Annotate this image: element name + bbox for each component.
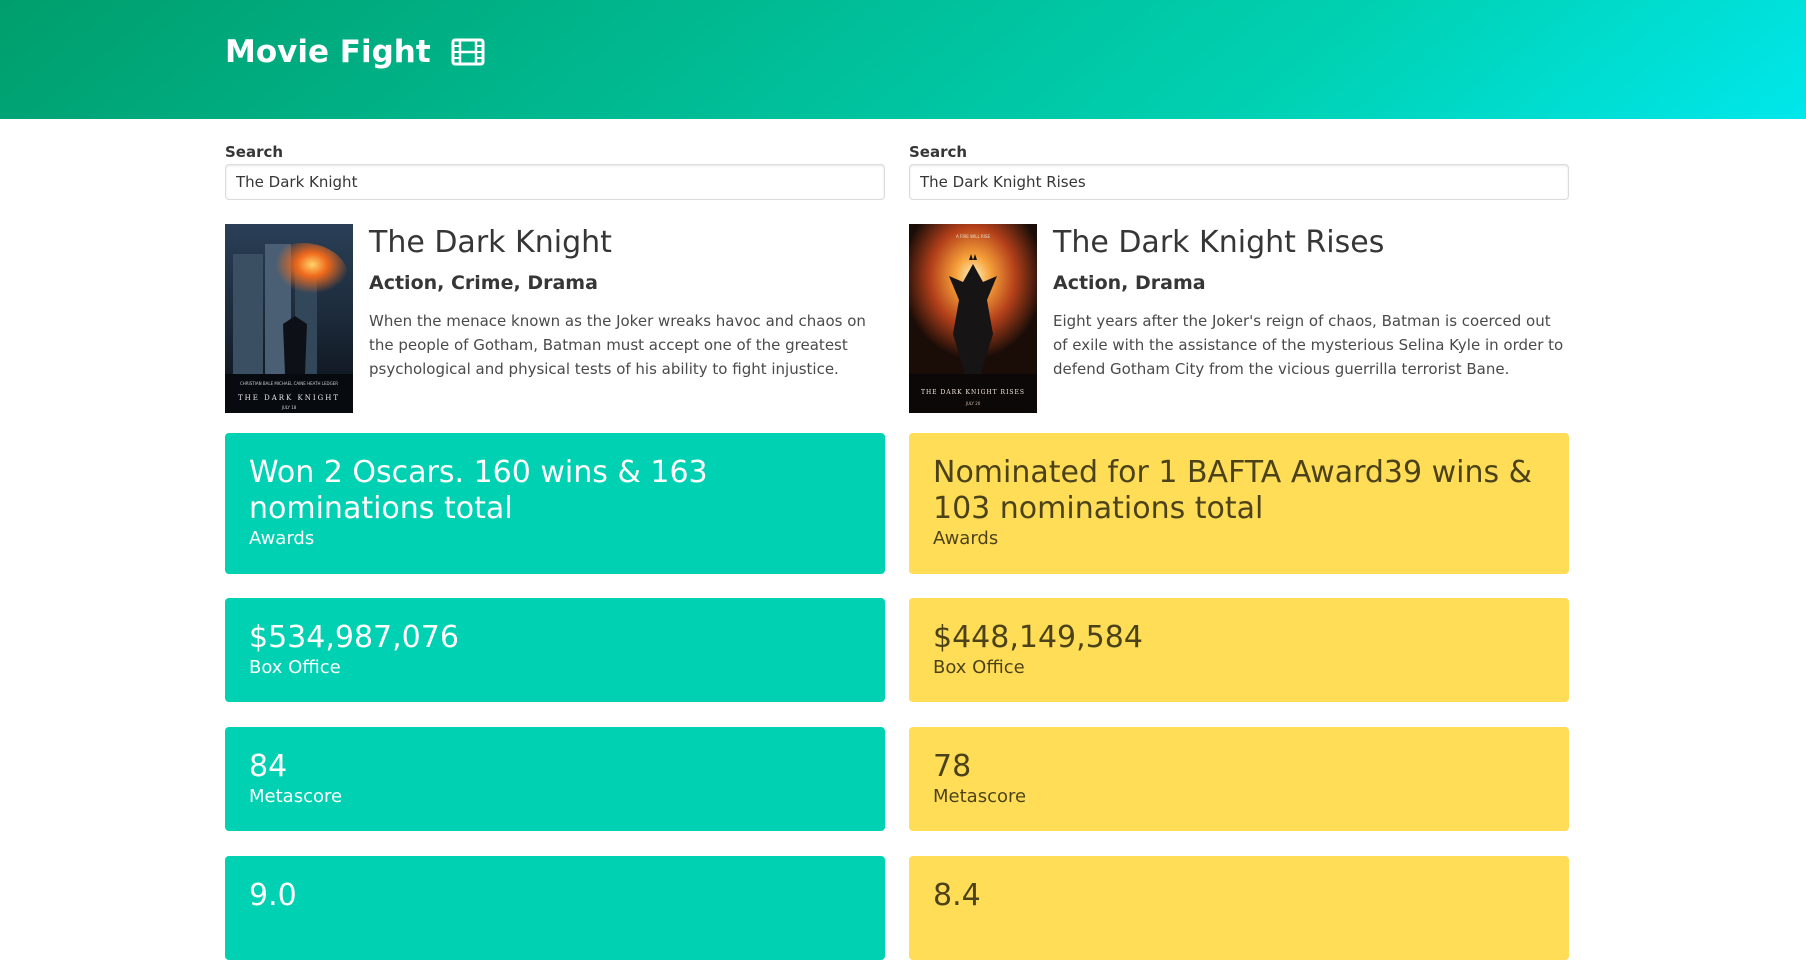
right-awards-value: Nominated for 1 BAFTA Award39 wins & 103… xyxy=(933,455,1533,526)
left-awards-label: Awards xyxy=(249,528,315,549)
right-box-office-stat: $448,149,584 Box Office xyxy=(909,598,1569,702)
right-movie-poster: A FIRE WILL RISE THE DARK KNIGHT RISES J… xyxy=(909,224,1037,413)
left-awards-stat: Won 2 Oscars. 160 wins & 163 nominations… xyxy=(225,433,885,574)
left-imdb-rating-value: 9.0 xyxy=(249,878,297,913)
left-box-office-stat: $534,987,076 Box Office xyxy=(225,598,885,702)
right-search-label: Search xyxy=(909,143,968,161)
right-search-input[interactable] xyxy=(909,164,1569,200)
left-awards-value: Won 2 Oscars. 160 wins & 163 nominations… xyxy=(249,455,708,526)
right-movie-title: The Dark Knight Rises xyxy=(1053,225,1385,260)
left-metascore-value: 84 xyxy=(249,749,288,784)
left-movie-genre: Action, Crime, Drama xyxy=(369,272,598,294)
left-box-office-value: $534,987,076 xyxy=(249,620,459,655)
film-icon xyxy=(451,38,485,66)
app-title: Movie Fight xyxy=(225,34,485,70)
right-metascore-value: 78 xyxy=(933,749,972,784)
left-search-input[interactable] xyxy=(225,164,885,200)
right-imdb-rating-stat: 8.4 xyxy=(909,856,1569,960)
right-movie-info: The Dark Knight Rises Action, Drama Eigh… xyxy=(1053,224,1569,381)
left-movie-title: The Dark Knight xyxy=(369,225,612,260)
left-movie-poster: CHRISTIAN BALE MICHAEL CAINE HEATH LEDGE… xyxy=(225,224,353,413)
left-movie-info: The Dark Knight Action, Crime, Drama Whe… xyxy=(369,224,885,381)
right-movie-genre: Action, Drama xyxy=(1053,272,1206,294)
right-imdb-rating-value: 8.4 xyxy=(933,878,981,913)
svg-text:CHRISTIAN BALE MICHAEL CAINE: CHRISTIAN BALE MICHAEL CAINE HEATH LEDGE… xyxy=(240,381,338,386)
right-awards-stat: Nominated for 1 BAFTA Award39 wins & 103… xyxy=(909,433,1569,574)
hero-header: Movie Fight xyxy=(0,0,1806,119)
svg-text:JULY 18: JULY 18 xyxy=(281,405,297,410)
left-box-office-label: Box Office xyxy=(249,657,341,678)
right-box-office-label: Box Office xyxy=(933,657,1025,678)
right-awards-label: Awards xyxy=(933,528,999,549)
right-box-office-value: $448,149,584 xyxy=(933,620,1143,655)
svg-text:THE DARK KNIGHT: THE DARK KNIGHT xyxy=(238,394,340,402)
app-title-text: Movie Fight xyxy=(225,34,431,70)
left-imdb-rating-stat: 9.0 xyxy=(225,856,885,960)
right-metascore-stat: 78 Metascore xyxy=(909,727,1569,831)
left-movie-plot: When the menace known as the Joker wreak… xyxy=(369,312,866,378)
left-search-label: Search xyxy=(225,143,284,161)
svg-text:THE DARK KNIGHT RISES: THE DARK KNIGHT RISES xyxy=(921,389,1025,396)
right-movie-plot: Eight years after the Joker's reign of c… xyxy=(1053,312,1564,378)
svg-text:A FIRE WILL RISE: A FIRE WILL RISE xyxy=(956,234,990,239)
left-metascore-stat: 84 Metascore xyxy=(225,727,885,831)
left-metascore-label: Metascore xyxy=(249,786,343,807)
right-metascore-label: Metascore xyxy=(933,786,1027,807)
svg-text:JULY 20: JULY 20 xyxy=(965,401,981,406)
